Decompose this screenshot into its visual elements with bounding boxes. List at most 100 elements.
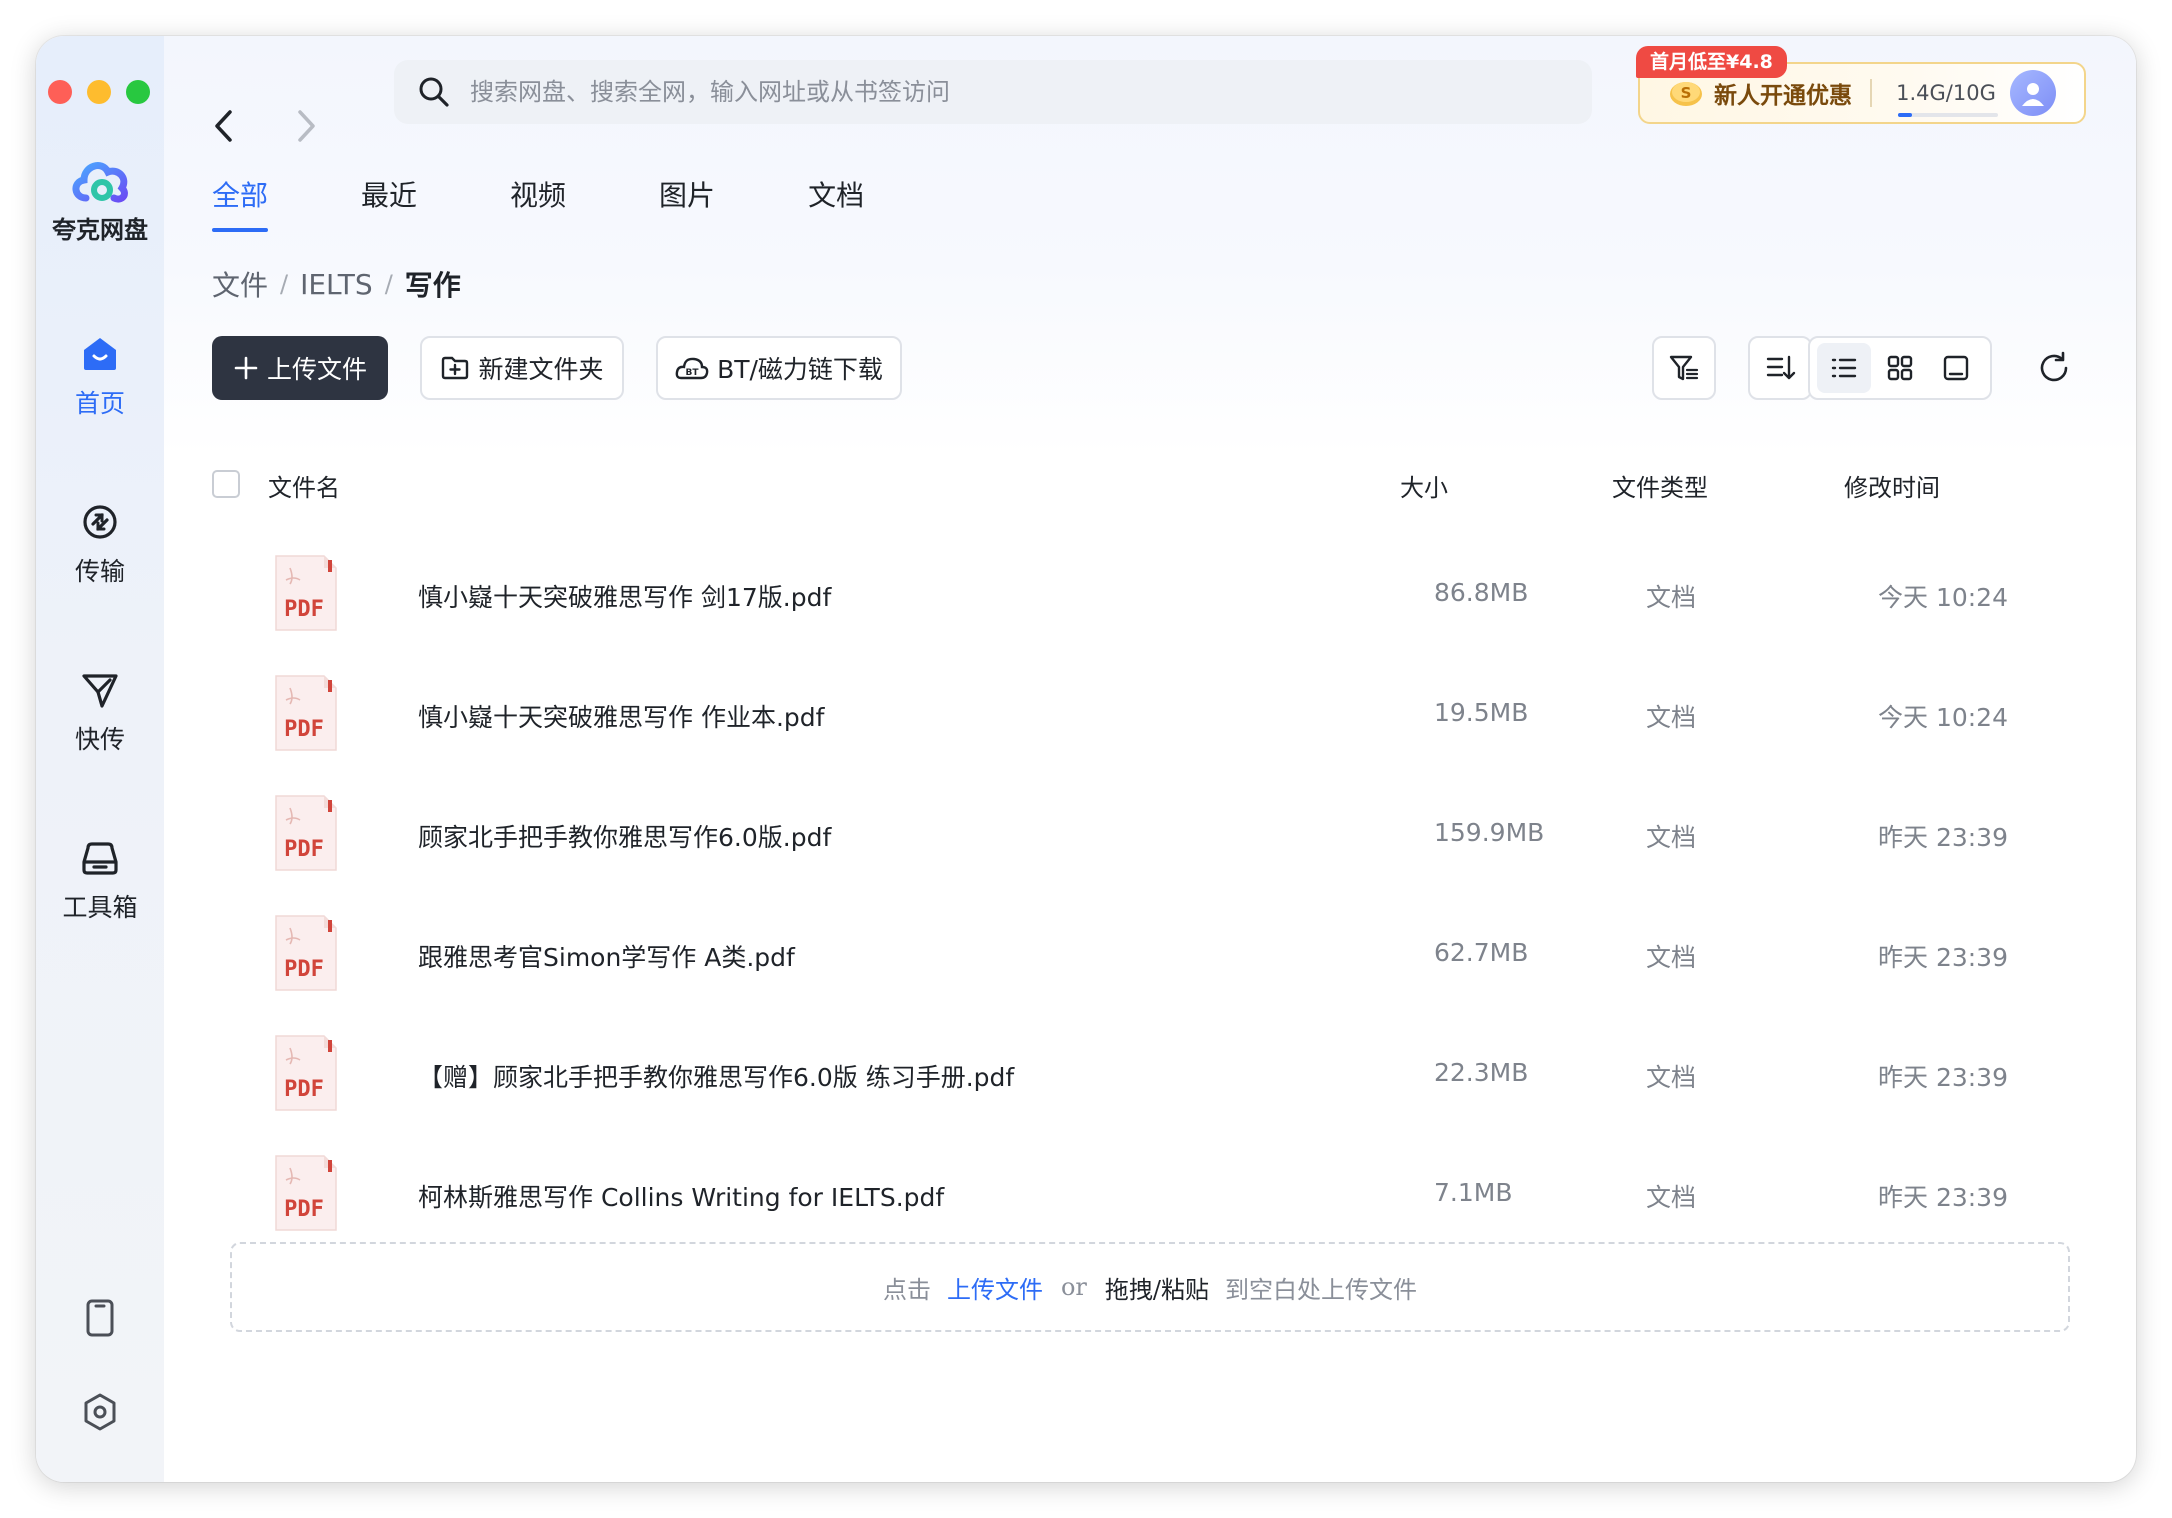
membership-promo[interactable]: 首月低至¥4.8 S 新人开通优惠 1.4G/10G [1636, 46, 2086, 124]
file-table-header: 文件名 大小 文件类型 修改时间 [212, 464, 2112, 504]
app-logo[interactable]: 夸克网盘 [36, 154, 164, 245]
coin-icon: S [1670, 82, 1702, 106]
new-folder-label: 新建文件夹 [478, 355, 604, 384]
minimize-window-button[interactable] [87, 80, 111, 104]
dropzone-suffix: 到空白处上传文件 [1225, 1275, 1417, 1304]
file-modified-time: 昨天 23:39 [1878, 943, 2008, 972]
tab-recent[interactable]: 最近 [361, 174, 417, 232]
search-icon [419, 77, 449, 107]
settings-button[interactable] [36, 1392, 164, 1432]
svg-text:S: S [1681, 84, 1692, 102]
view-mode-switcher [1808, 336, 1992, 400]
pdf-icon-label: PDF [284, 837, 324, 862]
pdf-icon-label: PDF [284, 1077, 324, 1102]
preview-view-icon [1943, 355, 1969, 381]
breadcrumb-item-ielts[interactable]: IELTS [300, 268, 373, 301]
file-name[interactable]: 慎小嶷十天突破雅思写作 作业本.pdf [418, 698, 824, 734]
grid-view-button[interactable] [1873, 343, 1927, 393]
sidebar-item-label: 首页 [74, 389, 125, 418]
file-modified-time: 昨天 23:39 [1878, 1063, 2008, 1092]
filter-button[interactable] [1652, 336, 1716, 400]
list-view-icon [1831, 358, 1857, 378]
send-icon [82, 674, 118, 708]
back-arrow-icon[interactable] [212, 108, 236, 144]
sidebar-item-label: 传输 [74, 557, 125, 586]
search-bar[interactable] [394, 60, 1592, 124]
tab-image[interactable]: 图片 [659, 174, 715, 232]
upload-button[interactable]: 上传文件 [212, 336, 388, 400]
file-type: 文档 [1646, 1063, 1697, 1092]
dropzone-prefix: 点击 [882, 1275, 931, 1304]
sidebar-item-label: 工具箱 [62, 893, 138, 922]
plus-icon [234, 356, 258, 380]
tab-video[interactable]: 视频 [510, 174, 566, 232]
tab-all[interactable]: 全部 [212, 174, 269, 232]
breadcrumb: 文件 / IELTS / 写作 [212, 264, 461, 304]
home-icon [84, 338, 116, 370]
category-tabs: 全部 最近 视频 图片 文档 [212, 174, 957, 232]
refresh-icon[interactable] [2036, 350, 2072, 386]
file-type: 文档 [1646, 583, 1697, 612]
svg-text:BT: BT [686, 368, 700, 378]
pdf-file-icon: PDF [272, 674, 338, 752]
dropzone-drag-text: 拖拽/粘贴 [1104, 1275, 1209, 1304]
file-name[interactable]: 慎小嶷十天突破雅思写作 剑17版.pdf [418, 578, 831, 614]
upload-button-label: 上传文件 [266, 355, 367, 384]
column-header-modified[interactable]: 修改时间 [1844, 468, 1940, 503]
table-row[interactable]: PDF 慎小嶷十天突破雅思写作 作业本.pdf 19.5MB 文档 今天 10:24 [212, 656, 2112, 776]
sidebar-item-quick-send[interactable]: 快传 [36, 670, 164, 756]
list-view-button[interactable] [1817, 343, 1871, 393]
sidebar-item-transfer[interactable]: 传输 [36, 502, 164, 588]
mobile-app-button[interactable] [36, 1298, 164, 1338]
file-name[interactable]: 【赠】顾家北手把手教你雅思写作6.0版 练习手册.pdf [418, 1058, 1014, 1094]
filter-icon [1669, 355, 1699, 381]
file-type: 文档 [1646, 943, 1697, 972]
dropzone-upload-link[interactable]: 上传文件 [947, 1270, 1043, 1305]
user-avatar-icon [2022, 83, 2044, 106]
file-size: 19.5MB [1434, 698, 1529, 727]
bt-download-button[interactable]: BT BT/磁力链下载 [656, 336, 902, 400]
preview-view-button[interactable] [1929, 343, 1983, 393]
app-name: 夸克网盘 [52, 216, 148, 244]
table-row[interactable]: PDF 【赠】顾家北手把手教你雅思写作6.0版 练习手册.pdf 22.3MB 文档 昨… [212, 1016, 2112, 1136]
tab-document[interactable]: 文档 [808, 174, 864, 232]
sidebar-item-toolbox[interactable]: 工具箱 [36, 838, 164, 924]
breadcrumb-item-files[interactable]: 文件 [212, 264, 268, 304]
bt-icon: BT [675, 357, 709, 380]
file-name[interactable]: 顾家北手把手教你雅思写作6.0版.pdf [418, 818, 831, 854]
promo-text: 新人开通优惠 [1714, 83, 1852, 109]
bt-download-label: BT/磁力链下载 [717, 355, 883, 384]
search-input[interactable] [470, 78, 1570, 106]
table-row[interactable]: PDF 跟雅思考官Simon学写作 A类.pdf 62.7MB 文档 昨天 23:39 [212, 896, 2112, 1016]
storage-progress-bar [1898, 113, 1998, 117]
storage-text: 1.4G/10G [1896, 81, 1996, 105]
column-header-type[interactable]: 文件类型 [1612, 468, 1708, 503]
file-size: 62.7MB [1434, 938, 1529, 967]
breadcrumb-separator: / [280, 270, 289, 298]
pdf-icon-label: PDF [284, 1197, 324, 1222]
table-row[interactable]: PDF 顾家北手把手教你雅思写作6.0版.pdf 159.9MB 文档 昨天 23:39 [212, 776, 2112, 896]
file-size: 159.9MB [1434, 818, 1545, 847]
file-name[interactable]: 柯林斯雅思写作 Collins Writing for IELTS.pdf [418, 1178, 944, 1214]
table-row[interactable]: PDF 慎小嶷十天突破雅思写作 剑17版.pdf 86.8MB 文档 今天 10:24 [212, 536, 2112, 656]
toolbox-icon [82, 842, 118, 875]
column-header-size[interactable]: 大小 [1400, 468, 1448, 503]
close-window-button[interactable] [48, 80, 72, 104]
file-size: 86.8MB [1434, 578, 1529, 607]
sidebar-item-home[interactable]: 首页 [36, 334, 164, 420]
file-modified-time: 昨天 23:39 [1878, 1183, 2008, 1212]
file-name[interactable]: 跟雅思考官Simon学写作 A类.pdf [418, 938, 795, 974]
table-row[interactable]: PDF 柯林斯雅思写作 Collins Writing for IELTS.pdf… [212, 1136, 2112, 1256]
select-all-checkbox[interactable] [212, 470, 240, 498]
file-modified-time: 昨天 23:39 [1878, 823, 2008, 852]
file-modified-time: 今天 10:24 [1878, 583, 2008, 612]
new-folder-button[interactable]: 新建文件夹 [420, 336, 624, 400]
forward-arrow-icon[interactable] [294, 108, 318, 144]
pdf-file-icon: PDF [272, 794, 338, 872]
upload-dropzone[interactable]: 点击 上传文件 or 拖拽/粘贴 到空白处上传文件 [230, 1242, 2070, 1332]
avatar[interactable] [2010, 70, 2056, 116]
storage-usage[interactable]: 1.4G/10G [1894, 81, 1998, 117]
column-header-name[interactable]: 文件名 [268, 468, 340, 503]
maximize-window-button[interactable] [126, 80, 150, 104]
sort-button[interactable] [1748, 336, 1812, 400]
